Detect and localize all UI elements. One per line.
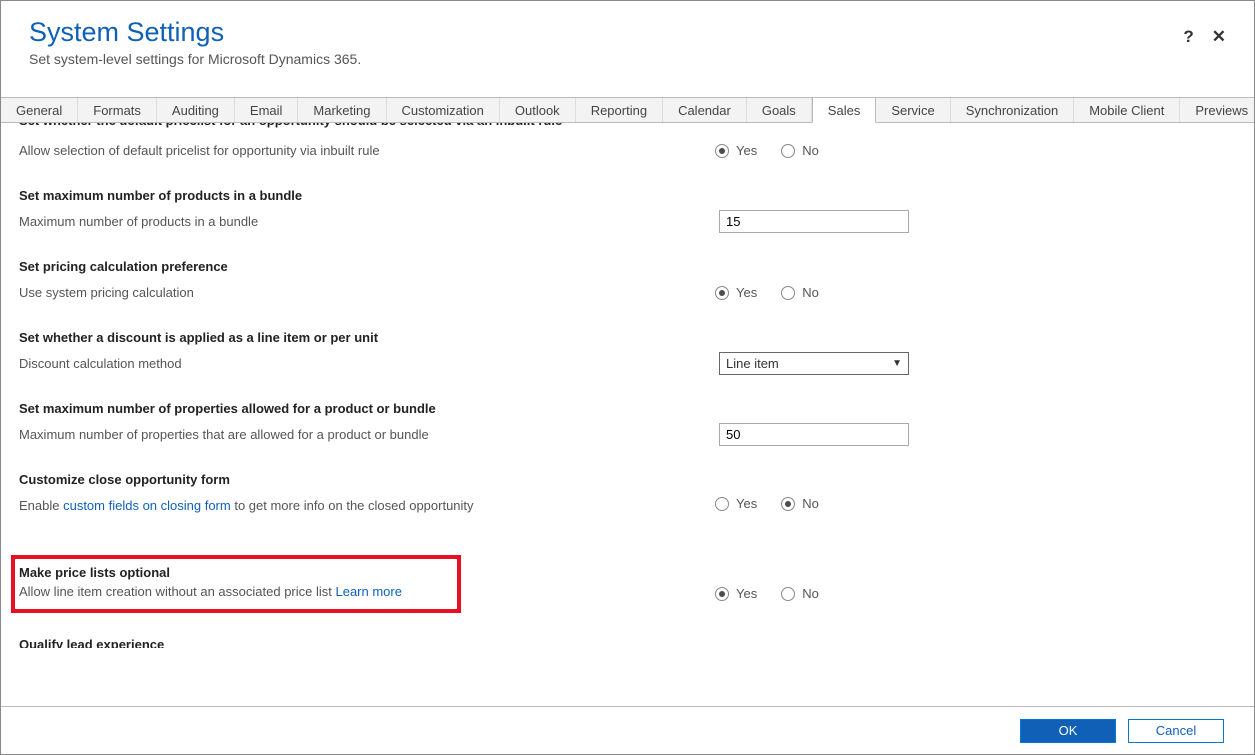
section-props-max-head: Set maximum number of properties allowed… [19,401,1236,416]
settings-panel[interactable]: Set whether the default pricelist for an… [1,123,1254,648]
cancel-button[interactable]: Cancel [1128,719,1224,743]
help-icon[interactable]: ? [1183,27,1193,47]
tab-reporting[interactable]: Reporting [576,98,663,122]
tab-calendar[interactable]: Calendar [663,98,747,122]
price-list-yes[interactable]: Yes [715,586,757,601]
tab-previews[interactable]: Previews [1180,98,1255,122]
tab-email[interactable]: Email [235,98,299,122]
tab-synchronization[interactable]: Synchronization [951,98,1075,122]
tab-service[interactable]: Service [876,98,950,122]
bundle-max-label: Maximum number of products in a bundle [19,214,719,229]
tab-mobile-client[interactable]: Mobile Client [1074,98,1180,122]
section-discount-head: Set whether a discount is applied as a l… [19,330,1236,345]
dialog-header: System Settings Set system-level setting… [1,1,1254,91]
bundle-max-input[interactable] [719,210,909,233]
default-pricelist-no[interactable]: No [781,143,819,158]
discount-label: Discount calculation method [19,356,719,371]
tab-outlook[interactable]: Outlook [500,98,576,122]
tab-sales[interactable]: Sales [812,98,877,123]
pricing-yes[interactable]: Yes [715,285,757,300]
default-pricelist-label: Allow selection of default pricelist for… [19,143,719,158]
price-list-no[interactable]: No [781,586,819,601]
tab-formats[interactable]: Formats [78,98,157,122]
section-close-opp-head: Customize close opportunity form [19,472,1236,487]
custom-fields-link[interactable]: custom fields on closing form [63,498,231,513]
tab-marketing[interactable]: Marketing [298,98,386,122]
tab-general[interactable]: General [1,98,78,122]
chevron-down-icon: ▼ [892,358,902,369]
price-list-radio: Yes No [715,586,819,601]
tab-goals[interactable]: Goals [747,98,812,122]
pricing-no[interactable]: No [781,285,819,300]
section-qualify-lead-head: Qualify lead experience [19,637,1236,648]
section-price-list-head: Make price lists optional [19,565,449,580]
tab-customization[interactable]: Customization [387,98,500,122]
highlight-price-lists-optional: Make price lists optional Allow line ite… [11,555,461,613]
discount-method-select[interactable]: Line item ▼ [719,352,909,375]
default-pricelist-radio: Yes No [715,143,819,158]
learn-more-link[interactable]: Learn more [335,584,401,599]
close-opp-yes[interactable]: Yes [715,496,757,511]
section-default-pricelist-head: Set whether the default pricelist for an… [19,123,1236,132]
ok-button[interactable]: OK [1020,719,1116,743]
props-max-label: Maximum number of properties that are al… [19,427,719,442]
section-pricing-head: Set pricing calculation preference [19,259,1236,274]
dialog-footer: OK Cancel [1,706,1254,754]
discount-method-value: Line item [726,356,779,371]
close-opp-no[interactable]: No [781,496,819,511]
page-title: System Settings [29,17,1183,48]
default-pricelist-yes[interactable]: Yes [715,143,757,158]
props-max-input[interactable] [719,423,909,446]
close-icon[interactable]: ✕ [1212,27,1226,47]
page-subtitle: Set system-level settings for Microsoft … [29,51,1183,67]
close-opp-radio: Yes No [715,496,819,511]
pricing-radio: Yes No [715,285,819,300]
close-opp-label: Enable custom fields on closing form to … [19,498,719,513]
price-list-label: Allow line item creation without an asso… [19,584,335,599]
section-bundle-max-head: Set maximum number of products in a bund… [19,188,1236,203]
pricing-label: Use system pricing calculation [19,285,719,300]
tab-bar: General Formats Auditing Email Marketing… [1,97,1254,123]
tab-auditing[interactable]: Auditing [157,98,235,122]
